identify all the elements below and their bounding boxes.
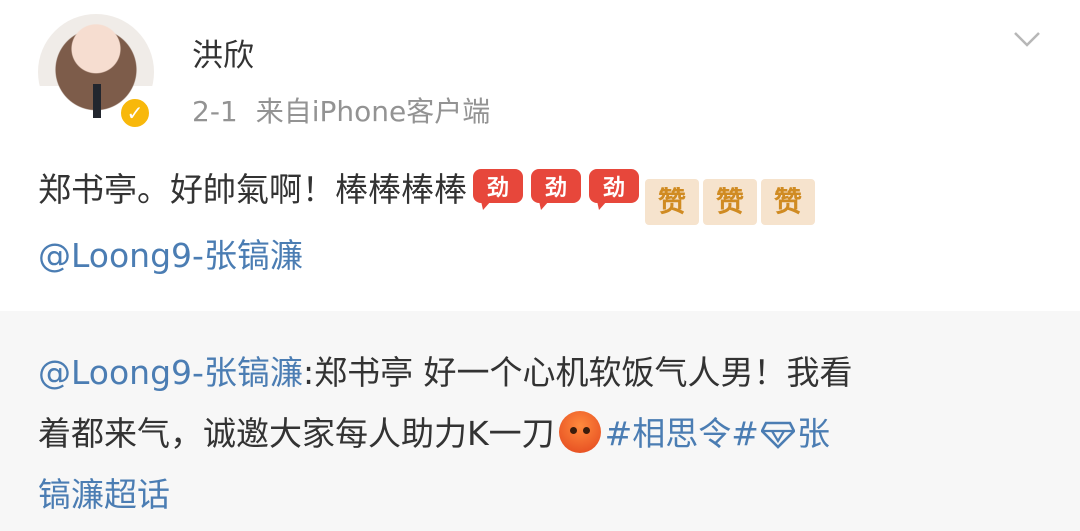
repost-block[interactable]: @Loong9-张镐濂:郑书亭 好一个心机软饭气人男！我看 着都来气，诚邀大家每…	[0, 311, 1080, 531]
chevron-down-icon[interactable]	[1012, 24, 1042, 54]
diamond-supertopic-icon	[760, 421, 795, 449]
repost-text-1: :郑书亭 好一个心机软饭气人男！我看	[302, 353, 853, 392]
avatar-tie-shape	[93, 84, 101, 118]
repost-line-2: 着都来气，诚邀大家每人助力K一刀 #相思令# 张	[38, 407, 830, 455]
svg-text:劲: 劲	[545, 176, 567, 201]
mention-link[interactable]: @Loong9-张镐濂	[38, 236, 303, 275]
zan-emoji-icon: 赞	[703, 179, 757, 225]
svg-text:劲: 劲	[487, 176, 509, 201]
repost-line-1: @Loong9-张镐濂:郑书亭 好一个心机软饭气人男！我看	[38, 346, 853, 394]
repost-mention-link[interactable]: @Loong9-张镐濂	[38, 353, 303, 392]
post-text: 郑书亭。好帥氣啊！棒棒棒棒	[38, 170, 467, 209]
angry-face-icon	[558, 411, 601, 453]
verified-badge-icon: ✓	[118, 96, 152, 130]
jiayou-emoji-icon: 劲	[589, 169, 639, 210]
repost-line-3: 镐濂超话	[38, 468, 170, 516]
author-name[interactable]: 洪欣	[192, 30, 254, 75]
zan-emoji-icon: 赞	[645, 179, 699, 225]
jiayou-emoji-icon: 劲	[473, 169, 523, 210]
weibo-post: ✓ 洪欣 2-1 来自iPhone客户端 郑书亭。好帥氣啊！棒棒棒棒劲劲劲赞赞赞 …	[0, 0, 1080, 311]
post-source: 来自iPhone客户端	[255, 95, 491, 128]
post-text-line-2: @Loong9-张镐濂	[38, 229, 303, 277]
jiayou-emoji-icon: 劲	[531, 169, 581, 210]
post-text-line-1: 郑书亭。好帥氣啊！棒棒棒棒劲劲劲赞赞赞	[38, 163, 815, 225]
repost-text-2: 着都来气，诚邀大家每人助力K一刀	[38, 414, 555, 453]
svg-text:劲: 劲	[603, 176, 625, 201]
supertopic-link-part-1[interactable]: 张	[797, 414, 830, 453]
hashtag-link[interactable]: #相思令#	[605, 414, 759, 453]
post-meta: 2-1 来自iPhone客户端	[192, 90, 490, 130]
zan-emoji-icon: 赞	[761, 179, 815, 225]
supertopic-link-part-2[interactable]: 镐濂超话	[38, 475, 170, 514]
post-time: 2-1	[192, 95, 238, 128]
